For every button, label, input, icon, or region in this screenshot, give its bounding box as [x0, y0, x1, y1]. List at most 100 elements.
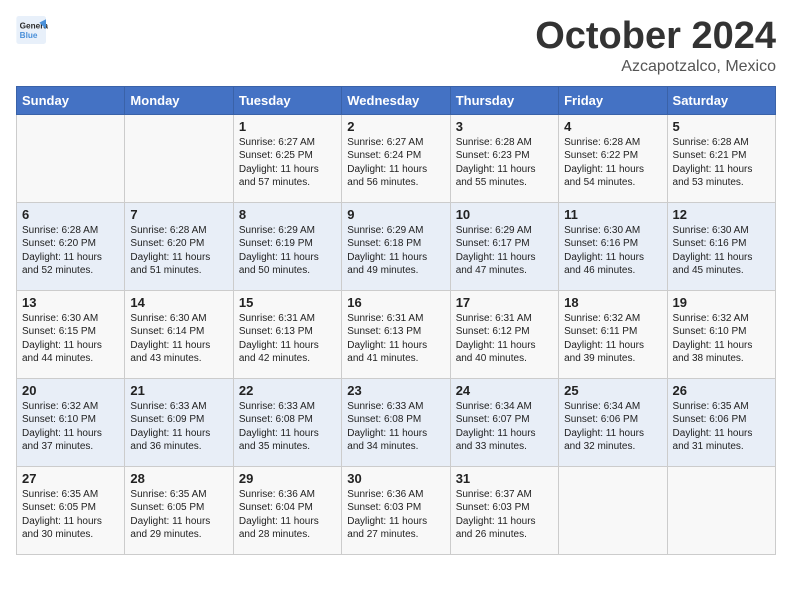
calendar-cell: 8 Sunrise: 6:29 AM Sunset: 6:19 PM Daylig…: [233, 202, 341, 290]
calendar-header: SundayMondayTuesdayWednesdayThursdayFrid…: [17, 86, 776, 114]
calendar-week-2: 6 Sunrise: 6:28 AM Sunset: 6:20 PM Daylig…: [17, 202, 776, 290]
calendar-cell: 17 Sunrise: 6:31 AM Sunset: 6:12 PM Dayli…: [450, 290, 558, 378]
day-info: Sunrise: 6:28 AM Sunset: 6:21 PM Dayligh…: [673, 136, 770, 190]
day-info: Sunrise: 6:33 AM Sunset: 6:08 PM Dayligh…: [239, 400, 336, 454]
calendar-week-4: 20 Sunrise: 6:32 AM Sunset: 6:10 PM Dayli…: [17, 378, 776, 466]
day-info: Sunrise: 6:30 AM Sunset: 6:14 PM Dayligh…: [130, 312, 227, 366]
header-monday: Monday: [125, 86, 233, 114]
calendar-cell: 28 Sunrise: 6:35 AM Sunset: 6:05 PM Dayli…: [125, 466, 233, 554]
calendar-cell: 29Sunrise: 6:36 AM Sunset: 6:04 PM Dayli…: [233, 466, 341, 554]
calendar-cell: 14 Sunrise: 6:30 AM Sunset: 6:14 PM Dayli…: [125, 290, 233, 378]
calendar-cell: 12 Sunrise: 6:30 AM Sunset: 6:16 PM Dayli…: [667, 202, 775, 290]
day-info: Sunrise: 6:35 AM Sunset: 6:06 PM Dayligh…: [673, 400, 770, 454]
calendar-cell: 18 Sunrise: 6:32 AM Sunset: 6:11 PM Dayli…: [559, 290, 667, 378]
header-wednesday: Wednesday: [342, 86, 450, 114]
calendar-cell: 11 Sunrise: 6:30 AM Sunset: 6:16 PM Dayli…: [559, 202, 667, 290]
calendar-cell: [125, 114, 233, 202]
day-info: Sunrise: 6:31 AM Sunset: 6:13 PM Dayligh…: [239, 312, 336, 366]
calendar-cell: [17, 114, 125, 202]
page-header: General Blue October 2024 Azcapotzalco, …: [16, 16, 776, 76]
day-info: Sunrise: 6:29 AM Sunset: 6:17 PM Dayligh…: [456, 224, 553, 278]
day-number: 8: [239, 207, 336, 222]
day-number: 11: [564, 207, 661, 222]
day-number: 16: [347, 295, 444, 310]
day-info: Sunrise: 6:35 AM Sunset: 6:05 PM Dayligh…: [22, 488, 119, 542]
day-info: Sunrise: 6:31 AM Sunset: 6:13 PM Dayligh…: [347, 312, 444, 366]
day-number: 23: [347, 383, 444, 398]
header-tuesday: Tuesday: [233, 86, 341, 114]
day-number: 1: [239, 119, 336, 134]
day-info: Sunrise: 6:30 AM Sunset: 6:16 PM Dayligh…: [673, 224, 770, 278]
calendar-cell: 13Sunrise: 6:30 AM Sunset: 6:15 PM Dayli…: [17, 290, 125, 378]
day-info: Sunrise: 6:32 AM Sunset: 6:11 PM Dayligh…: [564, 312, 661, 366]
calendar-cell: 20 Sunrise: 6:32 AM Sunset: 6:10 PM Dayli…: [17, 378, 125, 466]
day-number: 3: [456, 119, 553, 134]
calendar-cell: 7 Sunrise: 6:28 AM Sunset: 6:20 PM Daylig…: [125, 202, 233, 290]
day-number: 12: [673, 207, 770, 222]
day-info: Sunrise: 6:27 AM Sunset: 6:24 PM Dayligh…: [347, 136, 444, 190]
day-info: Sunrise: 6:36 AM Sunset: 6:04 PM Dayligh…: [239, 488, 336, 542]
day-info: Sunrise: 6:34 AM Sunset: 6:07 PM Dayligh…: [456, 400, 553, 454]
day-number: 30: [347, 471, 444, 486]
calendar-cell: 10Sunrise: 6:29 AM Sunset: 6:17 PM Dayli…: [450, 202, 558, 290]
day-number: 2: [347, 119, 444, 134]
day-number: 5: [673, 119, 770, 134]
day-number: 26: [673, 383, 770, 398]
day-info: Sunrise: 6:33 AM Sunset: 6:08 PM Dayligh…: [347, 400, 444, 454]
day-number: 15: [239, 295, 336, 310]
calendar-cell: 6 Sunrise: 6:28 AM Sunset: 6:20 PM Daylig…: [17, 202, 125, 290]
day-number: 27: [22, 471, 119, 486]
day-number: 22: [239, 383, 336, 398]
calendar-week-3: 13Sunrise: 6:30 AM Sunset: 6:15 PM Dayli…: [17, 290, 776, 378]
day-number: 24: [456, 383, 553, 398]
calendar-cell: 26 Sunrise: 6:35 AM Sunset: 6:06 PM Dayli…: [667, 378, 775, 466]
month-title: October 2024: [535, 16, 776, 58]
calendar-cell: 16 Sunrise: 6:31 AM Sunset: 6:13 PM Dayli…: [342, 290, 450, 378]
day-info: Sunrise: 6:37 AM Sunset: 6:03 PM Dayligh…: [456, 488, 553, 542]
title-block: October 2024 Azcapotzalco, Mexico: [535, 16, 776, 76]
calendar-cell: 27 Sunrise: 6:35 AM Sunset: 6:05 PM Dayli…: [17, 466, 125, 554]
day-info: Sunrise: 6:32 AM Sunset: 6:10 PM Dayligh…: [22, 400, 119, 454]
day-number: 18: [564, 295, 661, 310]
calendar-cell: 23 Sunrise: 6:33 AM Sunset: 6:08 PM Dayli…: [342, 378, 450, 466]
day-number: 17: [456, 295, 553, 310]
calendar-cell: 3 Sunrise: 6:28 AM Sunset: 6:23 PM Daylig…: [450, 114, 558, 202]
day-info: Sunrise: 6:33 AM Sunset: 6:09 PM Dayligh…: [130, 400, 227, 454]
header-saturday: Saturday: [667, 86, 775, 114]
day-info: Sunrise: 6:32 AM Sunset: 6:10 PM Dayligh…: [673, 312, 770, 366]
day-info: Sunrise: 6:35 AM Sunset: 6:05 PM Dayligh…: [130, 488, 227, 542]
day-info: Sunrise: 6:28 AM Sunset: 6:20 PM Dayligh…: [130, 224, 227, 278]
day-info: Sunrise: 6:28 AM Sunset: 6:20 PM Dayligh…: [22, 224, 119, 278]
day-number: 20: [22, 383, 119, 398]
calendar-cell: 30 Sunrise: 6:36 AM Sunset: 6:03 PM Dayli…: [342, 466, 450, 554]
day-number: 4: [564, 119, 661, 134]
day-info: Sunrise: 6:28 AM Sunset: 6:23 PM Dayligh…: [456, 136, 553, 190]
day-number: 6: [22, 207, 119, 222]
logo: General Blue: [16, 16, 48, 44]
calendar-cell: 22 Sunrise: 6:33 AM Sunset: 6:08 PM Dayli…: [233, 378, 341, 466]
day-info: Sunrise: 6:34 AM Sunset: 6:06 PM Dayligh…: [564, 400, 661, 454]
calendar-cell: 21 Sunrise: 6:33 AM Sunset: 6:09 PM Dayli…: [125, 378, 233, 466]
day-number: 19: [673, 295, 770, 310]
day-info: Sunrise: 6:31 AM Sunset: 6:12 PM Dayligh…: [456, 312, 553, 366]
day-number: 21: [130, 383, 227, 398]
calendar-table: SundayMondayTuesdayWednesdayThursdayFrid…: [16, 86, 776, 555]
calendar-cell: [667, 466, 775, 554]
calendar-cell: 25Sunrise: 6:34 AM Sunset: 6:06 PM Dayli…: [559, 378, 667, 466]
day-number: 14: [130, 295, 227, 310]
calendar-week-1: 1Sunrise: 6:27 AM Sunset: 6:25 PM Daylig…: [17, 114, 776, 202]
calendar-week-5: 27 Sunrise: 6:35 AM Sunset: 6:05 PM Dayli…: [17, 466, 776, 554]
day-info: Sunrise: 6:29 AM Sunset: 6:19 PM Dayligh…: [239, 224, 336, 278]
day-info: Sunrise: 6:30 AM Sunset: 6:16 PM Dayligh…: [564, 224, 661, 278]
header-row: SundayMondayTuesdayWednesdayThursdayFrid…: [17, 86, 776, 114]
calendar-cell: 2 Sunrise: 6:27 AM Sunset: 6:24 PM Daylig…: [342, 114, 450, 202]
header-sunday: Sunday: [17, 86, 125, 114]
day-number: 28: [130, 471, 227, 486]
calendar-cell: 24 Sunrise: 6:34 AM Sunset: 6:07 PM Dayli…: [450, 378, 558, 466]
calendar-cell: [559, 466, 667, 554]
calendar-cell: 5 Sunrise: 6:28 AM Sunset: 6:21 PM Daylig…: [667, 114, 775, 202]
day-number: 7: [130, 207, 227, 222]
calendar-cell: 4Sunrise: 6:28 AM Sunset: 6:22 PM Daylig…: [559, 114, 667, 202]
calendar-cell: 19 Sunrise: 6:32 AM Sunset: 6:10 PM Dayli…: [667, 290, 775, 378]
day-info: Sunrise: 6:36 AM Sunset: 6:03 PM Dayligh…: [347, 488, 444, 542]
